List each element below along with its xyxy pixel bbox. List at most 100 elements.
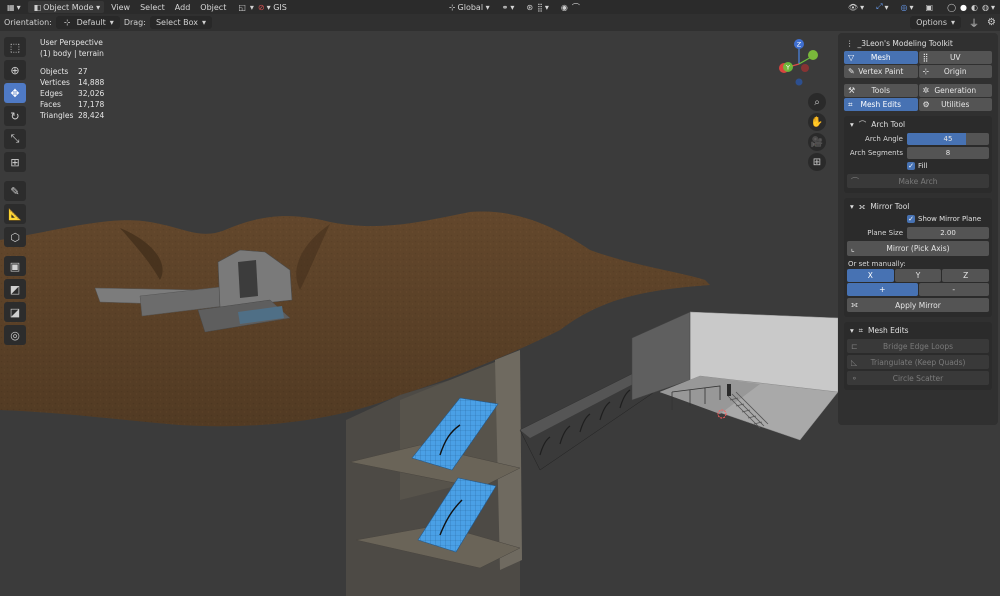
gis-icon: ◱ xyxy=(238,2,246,12)
plane-size-field[interactable]: 2.00 xyxy=(907,226,989,239)
mirror-tool-header[interactable]: ▾ ⟗ Mirror Tool xyxy=(847,200,989,213)
extrude-icon[interactable]: ▣ xyxy=(4,256,26,276)
show-mirror-plane-checkbox[interactable]: ✓ Show Mirror Plane xyxy=(847,213,989,225)
menu-select[interactable]: Select xyxy=(135,0,170,14)
check-icon: ✓ xyxy=(907,215,915,223)
proportional-edit-toggle[interactable]: ◉ ⌒ xyxy=(554,0,587,14)
left-toolbar: ⬚ ⊕ ✥ ↻ ⤡ ⊞ ✎ 📐 ⬡ ▣ ◩ ◪ ◎ xyxy=(4,37,26,348)
gis-globe-icon: ⊘ xyxy=(257,2,265,12)
generation-icon: ✲ xyxy=(922,86,930,95)
positive-direction-button[interactable]: + xyxy=(847,283,918,296)
bevel-icon[interactable]: ◩ xyxy=(4,279,26,299)
mode-dropdown[interactable]: ◧ Object Mode ▾ xyxy=(27,1,105,13)
axis-z-button[interactable]: Z xyxy=(942,269,989,282)
tools-button[interactable]: ⚒ Tools xyxy=(844,84,918,97)
origin-icon: ⊹ xyxy=(922,67,930,76)
origin-button[interactable]: ⊹ Origin xyxy=(918,65,992,78)
triangulate-icon: ◺ xyxy=(851,357,858,367)
orientation-global-label: Global xyxy=(457,2,484,12)
gear-icon[interactable]: ⚙ xyxy=(983,16,1000,29)
mode-buttons: ▽ Mesh ⣿ UV ✎ Vertex Paint ⊹ Origin xyxy=(844,51,992,78)
gizmo-icon: ⤢ xyxy=(876,2,883,11)
arch-segments-row: Arch Segments 8 xyxy=(847,146,989,159)
gizmo-toggle[interactable]: ⤢ ▾ xyxy=(869,0,893,14)
axis-x-button[interactable]: X xyxy=(847,269,894,282)
mesh-button[interactable]: ▽ Mesh xyxy=(844,51,918,64)
apply-mirror-button[interactable]: ⟗ Apply Mirror xyxy=(847,298,989,312)
uv-button[interactable]: ⣿ UV xyxy=(918,51,992,64)
scale-icon[interactable]: ⤡ xyxy=(4,129,26,149)
inset-icon[interactable]: ◪ xyxy=(4,302,26,322)
collapse-icon: ▾ xyxy=(850,120,854,129)
menu-object[interactable]: Object xyxy=(195,0,231,14)
negative-direction-button[interactable]: - xyxy=(918,283,989,296)
annotate-icon[interactable]: ✎ xyxy=(4,181,26,201)
xray-toggle[interactable]: ▣ xyxy=(919,0,941,14)
orientation-icon: ⊹ xyxy=(448,2,456,12)
pivot-dropdown[interactable]: ⚭ ▾ xyxy=(495,0,520,14)
filter-icon[interactable]: ⏚ xyxy=(965,16,983,30)
scatter-icon: ⚬ xyxy=(851,373,858,383)
set-manually-label: Or set manually: xyxy=(848,259,906,268)
orientation-label: Orientation: xyxy=(4,18,52,27)
panel-title: _3Leon's Modeling Toolkit xyxy=(857,38,953,48)
pan-hand-icon[interactable]: ✋ xyxy=(808,113,826,131)
mirror-apply-icon: ⟗ xyxy=(851,300,858,309)
fill-checkbox[interactable]: ✓ Fill xyxy=(847,160,989,172)
snap-grid-icon: ⣿ xyxy=(537,2,543,12)
overlay-toggle[interactable]: ◎ ▾ xyxy=(894,0,919,14)
triangulate-button[interactable]: ◺ Triangulate (Keep Quads) xyxy=(847,355,989,369)
options-label: Options xyxy=(916,18,948,27)
mirror-pick-axis-button[interactable]: ⌞ Mirror (Pick Axis) xyxy=(847,241,989,256)
overlay-icon: ◎ xyxy=(900,2,908,12)
panel-header[interactable]: ⋮ _3Leon's Modeling Toolkit xyxy=(842,36,994,50)
generation-button[interactable]: ✲ Generation xyxy=(918,84,992,97)
transform-orientation-dropdown[interactable]: ⊹ Global ▾ xyxy=(442,0,495,14)
measure-icon[interactable]: 📐 xyxy=(4,204,26,224)
make-arch-button[interactable]: ⌒ Make Arch xyxy=(847,174,989,188)
move-icon[interactable]: ✥ xyxy=(4,83,26,103)
cursor-icon[interactable]: ⊕ xyxy=(4,60,26,80)
shading-buttons[interactable]: ◯ ● ◐ ◍ ▾ xyxy=(940,0,1000,14)
camera-icon[interactable]: 🎥 xyxy=(808,133,826,151)
header-bar: ▦ ▾ ◧ Object Mode ▾ View Select Add Object… xyxy=(0,0,1000,14)
arch-tool-header[interactable]: ▾ ⌒ Arch Tool xyxy=(847,118,989,131)
bunker-door xyxy=(238,260,258,298)
select-box-icon[interactable]: ⬚ xyxy=(4,37,26,57)
editor-type-button[interactable]: ▦ ▾ xyxy=(0,0,26,14)
snap-toggle[interactable]: ⊛ ⣿ ▾ xyxy=(519,0,554,14)
drag-label: Drag: xyxy=(123,18,146,27)
mesh-edits-header[interactable]: ▾ ⌗ Mesh Edits xyxy=(847,324,989,337)
loopcut-icon[interactable]: ◎ xyxy=(4,325,26,345)
vertex-paint-button[interactable]: ✎ Vertex Paint xyxy=(844,65,918,78)
grid-view-icon[interactable]: ⊞ xyxy=(808,153,826,171)
axis-buttons: X Y Z xyxy=(847,269,989,282)
arch-angle-slider[interactable]: 45 xyxy=(907,132,989,145)
orientation-dropdown[interactable]: ⊹ Default ▾ xyxy=(55,16,120,29)
check-icon: ✓ xyxy=(907,162,915,170)
menu-view[interactable]: View xyxy=(106,0,135,14)
arch-segments-field[interactable]: 8 xyxy=(907,146,989,159)
tools-icon: ⚒ xyxy=(848,86,856,95)
drag-dropdown[interactable]: Select Box ▾ xyxy=(149,16,213,29)
arch-tool-panel: ▾ ⌒ Arch Tool Arch Angle 45 Arch Segments … xyxy=(844,116,992,193)
navigation-gizmo[interactable]: Z Y xyxy=(775,38,827,86)
options-dropdown[interactable]: Options ▾ xyxy=(910,16,962,29)
utilities-button[interactable]: ⚙ Utilities xyxy=(918,98,992,111)
uv-icon: ⣿ xyxy=(922,53,929,62)
gizmo-y-axis[interactable] xyxy=(808,50,818,60)
rendered-shading-icon: ◍ xyxy=(982,2,989,12)
direction-buttons: + - xyxy=(847,283,989,296)
rotate-icon[interactable]: ↻ xyxy=(4,106,26,126)
zoom-icon[interactable]: ⌕ xyxy=(808,93,826,111)
menu-add[interactable]: Add xyxy=(170,0,196,14)
add-cube-icon[interactable]: ⬡ xyxy=(4,227,26,247)
mesh-edits-icon: ⌗ xyxy=(848,99,853,109)
axis-y-button[interactable]: Y xyxy=(894,269,942,282)
bridge-edge-loops-button[interactable]: ⊏ Bridge Edge Loops xyxy=(847,339,989,353)
gis-menu[interactable]: ◱ ▾ ⊘ ▾ GIS xyxy=(231,0,291,14)
mesh-edits-button[interactable]: ⌗ Mesh Edits xyxy=(844,98,918,111)
circle-scatter-button[interactable]: ⚬ Circle Scatter xyxy=(847,371,989,385)
transform-icon[interactable]: ⊞ xyxy=(4,152,26,172)
visibility-dropdown[interactable]: 👁 ▾ xyxy=(841,0,869,14)
